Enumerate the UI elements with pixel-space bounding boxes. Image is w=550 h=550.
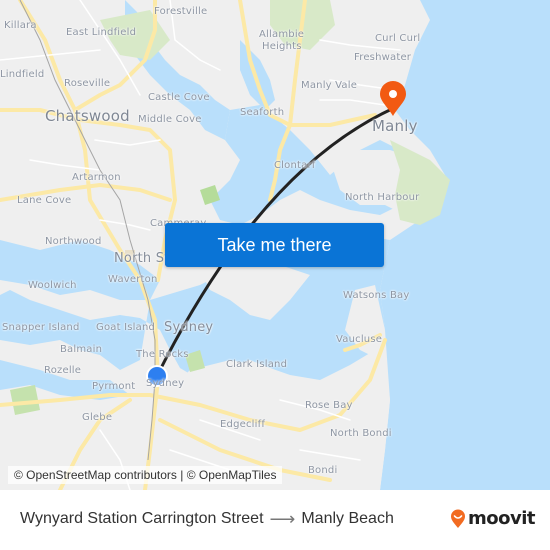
- map-label: Chatswood: [45, 107, 130, 125]
- map-label: Allambie: [259, 29, 305, 40]
- origin-name: Wynyard Station Carrington Street: [20, 510, 264, 527]
- map-label: Snapper Island: [2, 322, 80, 333]
- map-label: Woolwich: [28, 280, 77, 291]
- map-label: Rose Bay: [305, 400, 353, 411]
- map-label: Goat Island: [96, 322, 156, 333]
- map-label: Forestville: [154, 6, 208, 17]
- map-label: Manly: [372, 117, 418, 135]
- map-label: Glebe: [82, 412, 113, 423]
- map[interactable]: Killara East Lindfield Forestville Allam…: [0, 0, 550, 490]
- map-label: East Lindfield: [66, 27, 137, 38]
- map-label: Sydney: [146, 378, 185, 389]
- map-label: Manly Vale: [301, 80, 358, 91]
- map-label: Roseville: [64, 78, 111, 89]
- map-label: The Rocks: [136, 349, 189, 360]
- moovit-wordmark: moovit: [468, 508, 536, 529]
- map-label: Lindfield: [0, 69, 45, 80]
- map-label: Pyrmont: [92, 381, 136, 392]
- map-label: Waverton: [108, 274, 158, 285]
- map-label: Seaforth: [240, 107, 285, 118]
- map-label: Edgecliff: [220, 419, 266, 430]
- map-label: Clontarf: [274, 160, 316, 171]
- map-label: Castle Cove: [148, 92, 210, 103]
- map-label: Balmain: [60, 344, 103, 355]
- footer: Wynyard Station Carrington Street ⟶ Manl…: [0, 490, 550, 550]
- map-label: Curl Curl: [375, 33, 421, 44]
- route-summary: Wynyard Station Carrington Street ⟶ Manl…: [20, 510, 394, 528]
- take-me-there-button[interactable]: Take me there: [165, 223, 384, 267]
- map-label: Freshwater: [354, 52, 412, 63]
- moovit-pin-icon: [451, 509, 465, 528]
- map-label: Middle Cove: [138, 114, 202, 125]
- map-label: Northwood: [45, 236, 102, 247]
- moovit-logo[interactable]: moovit: [450, 508, 536, 529]
- map-label: Artarmon: [72, 172, 121, 183]
- map-label: North Harbour: [345, 192, 420, 203]
- map-label: Rozelle: [44, 365, 82, 376]
- map-label: Sydney: [164, 320, 214, 335]
- arrow-right-icon: ⟶: [269, 509, 296, 529]
- destination-name: Manly Beach: [301, 510, 394, 527]
- map-label: Clark Island: [226, 359, 288, 370]
- map-label: Vaucluse: [336, 334, 383, 345]
- map-label: Bondi: [308, 465, 338, 476]
- map-label: Lane Cove: [17, 195, 72, 206]
- map-label: Heights: [262, 41, 302, 52]
- map-label: North Bondi: [330, 428, 392, 439]
- map-attribution[interactable]: © OpenStreetMap contributors | © OpenMap…: [8, 466, 283, 484]
- map-label: Killara: [4, 20, 37, 31]
- map-label: Watsons Bay: [343, 290, 410, 301]
